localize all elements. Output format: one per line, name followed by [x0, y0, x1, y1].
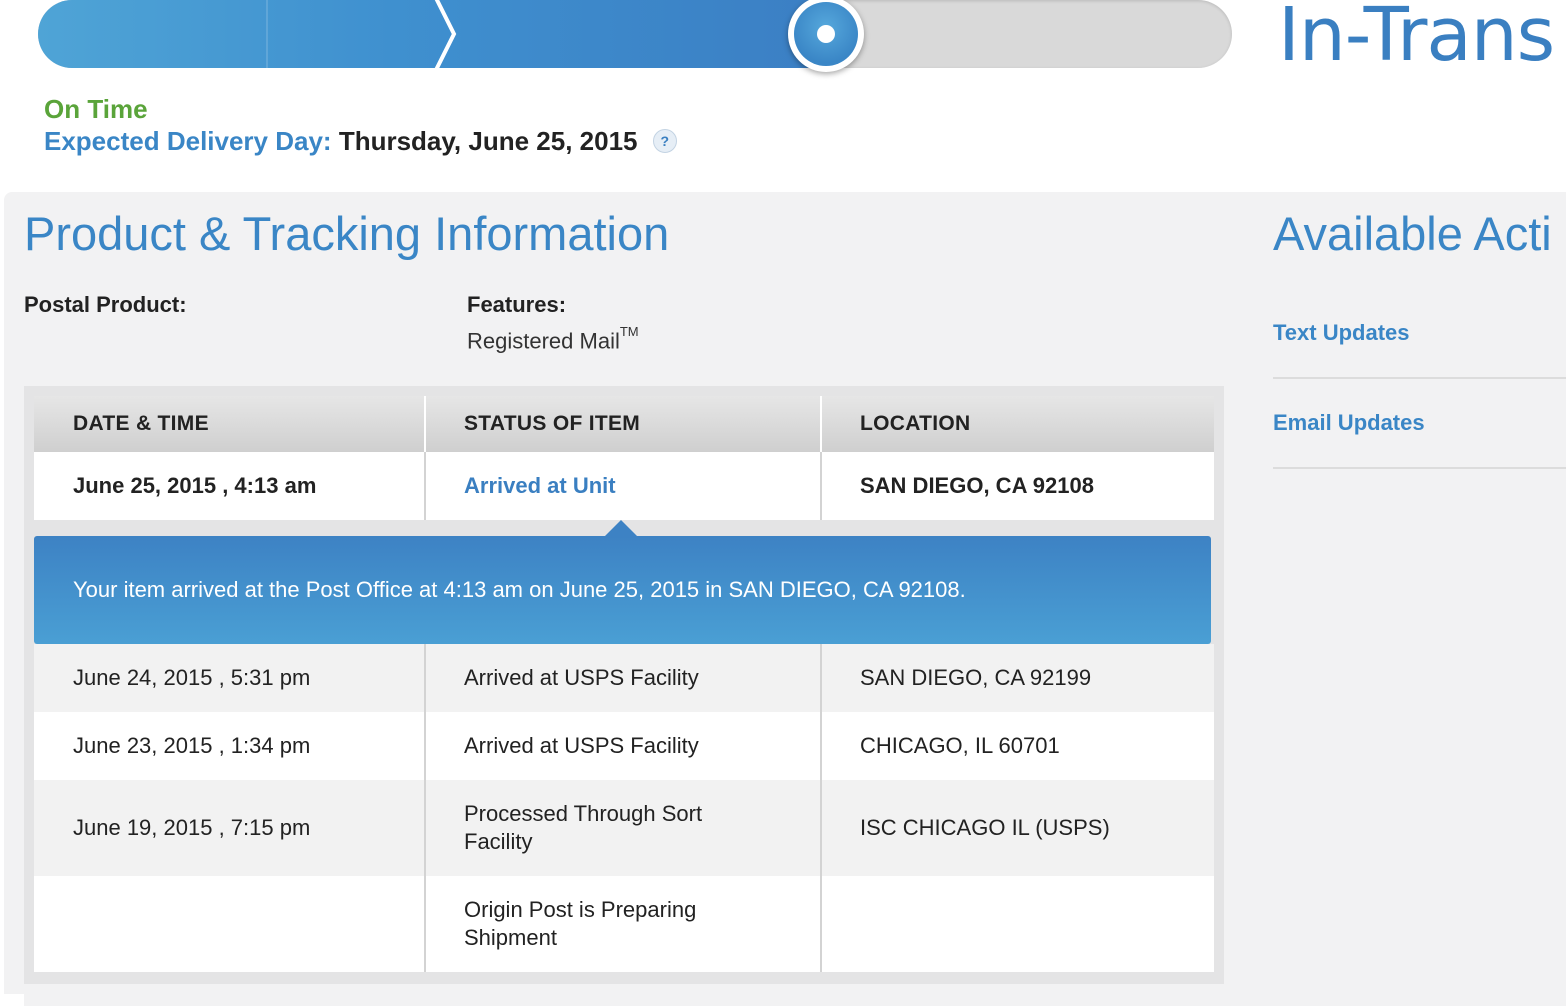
page-title: Product & Tracking Information — [24, 207, 670, 260]
progress-chevron-icon — [434, 0, 457, 68]
latest-datetime: June 25, 2015 , 4:13 am — [73, 473, 317, 498]
table-row: June 19, 2015 , 7:15 pm Processed Throug… — [34, 780, 1214, 876]
detail-pointer-icon — [605, 520, 637, 536]
row-datetime: June 24, 2015 , 5:31 pm — [73, 665, 311, 690]
row-status: Arrived at USPS Facility — [464, 665, 699, 690]
actions-title: Available Acti — [1273, 207, 1552, 260]
status-detail-box: Your item arrived at the Post Office at … — [34, 536, 1211, 644]
email-updates-link[interactable]: Email Updates — [1273, 410, 1425, 436]
latest-status-link[interactable]: Arrived at Unit — [425, 452, 821, 520]
row-datetime — [34, 876, 425, 972]
table-row: Origin Post is Preparing Shipment — [34, 876, 1214, 972]
features-value: Registered MailTM — [467, 324, 639, 354]
postal-product-label: Postal Product: — [24, 292, 187, 317]
progress-segment-divider — [266, 0, 268, 68]
action-divider — [1273, 377, 1566, 379]
action-divider — [1273, 467, 1566, 469]
row-location — [821, 876, 1214, 972]
help-icon[interactable]: ? — [652, 129, 677, 154]
table-row: June 23, 2015 , 1:34 pm Arrived at USPS … — [34, 712, 1214, 780]
header-location: LOCATION — [860, 412, 971, 435]
row-location: SAN DIEGO, CA 92199 — [860, 665, 1092, 690]
features-label: Features: — [467, 292, 567, 317]
row-status: Arrived at USPS Facility — [464, 733, 699, 758]
row-location: ISC CHICAGO IL (USPS) — [860, 815, 1110, 840]
trademark-symbol: TM — [619, 324, 639, 339]
table-header-row: DATE & TIME STATUS OF ITEM LOCATION — [34, 396, 1214, 452]
header-date-time: DATE & TIME — [73, 412, 209, 435]
text-updates-link[interactable]: Text Updates — [1273, 320, 1410, 346]
status-heading: In-Trans — [1278, 0, 1555, 78]
table-row: June 24, 2015 , 5:31 pm Arrived at USPS … — [34, 644, 1214, 712]
header-status: STATUS OF ITEM — [464, 412, 641, 435]
expected-delivery-date: Thursday, June 25, 2015 — [338, 126, 638, 156]
on-time-status: On Time — [44, 94, 148, 124]
expected-delivery-label: Expected Delivery Day: — [44, 126, 332, 156]
row-datetime: June 19, 2015 , 7:15 pm — [73, 815, 311, 840]
expected-delivery-row: Expected Delivery Day: Thursday, June 25… — [44, 126, 677, 157]
progress-bar — [38, 0, 1232, 68]
row-datetime: June 23, 2015 , 1:34 pm — [73, 733, 311, 758]
row-status: Processed Through Sort Facility — [464, 801, 703, 854]
row-location: CHICAGO, IL 60701 — [860, 733, 1060, 758]
row-status: Origin Post is Preparing Shipment — [464, 897, 697, 950]
status-detail-text: Your item arrived at the Post Office at … — [73, 577, 966, 602]
latest-location: SAN DIEGO, CA 92108 — [860, 473, 1094, 498]
features-value-text: Registered Mail — [467, 328, 620, 354]
tracking-page: In-Trans On Time Expected Delivery Day: … — [0, 0, 1566, 1006]
panel-footer — [24, 994, 1566, 1006]
table-row-latest[interactable]: June 25, 2015 , 4:13 am Arrived at Unit … — [34, 452, 1214, 520]
